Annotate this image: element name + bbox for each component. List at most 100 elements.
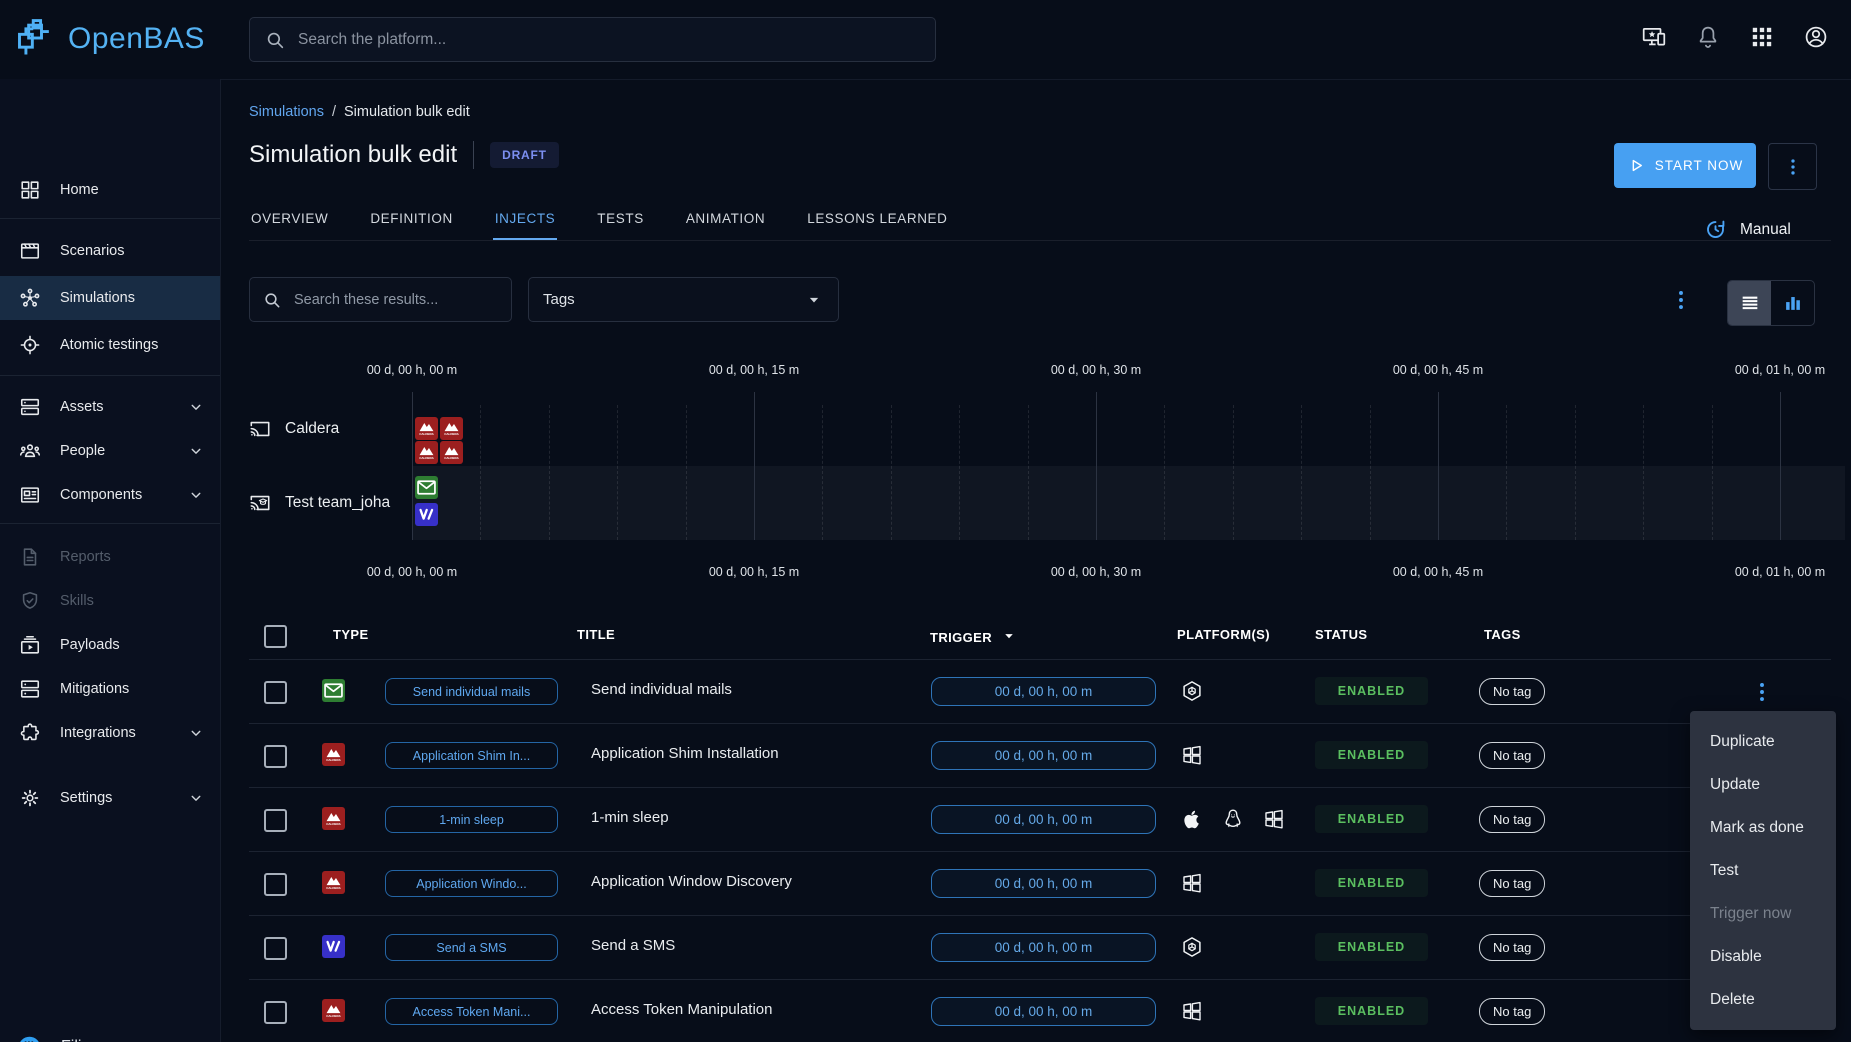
sidebar-item-home[interactable]: Home bbox=[0, 168, 220, 212]
table-row[interactable]: CALDERAApplication Windo...Application W… bbox=[249, 852, 1831, 916]
inject-type-chip: Application Windo... bbox=[385, 870, 558, 897]
sidebar-item-label: Assets bbox=[60, 399, 167, 415]
dns-icon bbox=[19, 678, 41, 700]
breadcrumb-current: Simulation bulk edit bbox=[344, 104, 470, 120]
timeline-inject-sms[interactable] bbox=[415, 503, 438, 526]
timeline-inject-email[interactable] bbox=[415, 476, 438, 499]
timeline-inject-caldera[interactable]: CALDERA bbox=[415, 417, 438, 440]
sidebar-item-simulations[interactable]: Simulations bbox=[0, 276, 220, 320]
tab-injects[interactable]: INJECTS bbox=[493, 203, 557, 240]
row-checkbox[interactable] bbox=[264, 745, 287, 768]
trigger-chip[interactable]: 00 d, 00 h, 00 m bbox=[931, 933, 1156, 962]
tab-animation[interactable]: ANIMATION bbox=[684, 203, 767, 240]
menu-item-mark-as-done[interactable]: Mark as done bbox=[1690, 806, 1836, 849]
sidebar-item-assets[interactable]: Assets bbox=[0, 385, 220, 429]
notifications-bell-icon[interactable] bbox=[1695, 24, 1721, 50]
table-row[interactable]: Send a SMSSend a SMS00 d, 00 h, 00 mENAB… bbox=[249, 916, 1831, 980]
account-circle-icon[interactable] bbox=[1803, 24, 1829, 50]
column-header-label: TAGS bbox=[1484, 627, 1521, 642]
row-checkbox[interactable] bbox=[264, 873, 287, 896]
svg-text:CALDERA: CALDERA bbox=[419, 432, 434, 436]
table-row[interactable]: CALDERAAccess Token Mani...Access Token … bbox=[249, 980, 1831, 1042]
tab-lessons-learned[interactable]: LESSONS LEARNED bbox=[805, 203, 949, 240]
column-header-status: STATUS bbox=[1315, 627, 1367, 642]
sidebar-item-label: Payloads bbox=[60, 637, 206, 653]
timeline-inject-caldera[interactable]: CALDERA bbox=[415, 441, 438, 464]
trigger-chip[interactable]: 00 d, 00 h, 00 m bbox=[931, 997, 1156, 1026]
menu-item-delete[interactable]: Delete bbox=[1690, 978, 1836, 1021]
trigger-chip[interactable]: 00 d, 00 h, 00 m bbox=[931, 677, 1156, 706]
column-header-trigger[interactable]: TRIGGER bbox=[930, 627, 1018, 648]
sidebar-item-people[interactable]: People bbox=[0, 429, 220, 473]
chevron-down-icon bbox=[186, 397, 206, 417]
page-title: Simulation bulk edit bbox=[249, 141, 457, 169]
row-checkbox[interactable] bbox=[264, 937, 287, 960]
apps-grid-icon[interactable] bbox=[1749, 24, 1775, 50]
update-refresh-icon[interactable] bbox=[1703, 217, 1728, 242]
row-checkbox[interactable] bbox=[264, 681, 287, 704]
timeline-row-label[interactable]: Test team_joha bbox=[249, 492, 409, 514]
inject-type-chip: Send a SMS bbox=[385, 934, 558, 961]
row-checkbox[interactable] bbox=[264, 1001, 287, 1024]
timeline-row-label[interactable]: Caldera bbox=[249, 418, 409, 440]
table-row[interactable]: CALDERA1-min sleep1-min sleep00 d, 00 h,… bbox=[249, 788, 1831, 852]
start-now-button[interactable]: START NOW bbox=[1614, 143, 1756, 188]
tab-overview[interactable]: OVERVIEW bbox=[249, 203, 330, 240]
list-view-button[interactable] bbox=[1728, 281, 1771, 325]
sidebar-item-components[interactable]: Components bbox=[0, 473, 220, 517]
trigger-chip[interactable]: 00 d, 00 h, 00 m bbox=[931, 869, 1156, 898]
sidebar-item-label: People bbox=[60, 443, 167, 459]
menu-item-update[interactable]: Update bbox=[1690, 763, 1836, 806]
timeline-gridline bbox=[412, 392, 413, 540]
menu-item-test[interactable]: Test bbox=[1690, 849, 1836, 892]
sidebar-item-label: Skills bbox=[60, 593, 206, 609]
table-row[interactable]: CALDERAApplication Shim In...Application… bbox=[249, 724, 1831, 788]
sidebar-item-integrations[interactable]: Integrations bbox=[0, 711, 220, 755]
tab-tests[interactable]: TESTS bbox=[595, 203, 646, 240]
inject-title: Access Token Manipulation bbox=[591, 1001, 773, 1018]
tag-chip: No tag bbox=[1479, 742, 1545, 769]
tab-definition[interactable]: DEFINITION bbox=[368, 203, 455, 240]
select-all-checkbox[interactable] bbox=[264, 625, 287, 648]
sidebar-item-filigran[interactable]: Filigran bbox=[0, 1025, 220, 1042]
chart-view-button[interactable] bbox=[1771, 281, 1814, 325]
sidebar-divider bbox=[0, 523, 220, 524]
tags-filter-select[interactable]: Tags bbox=[528, 277, 839, 322]
sidebar-item-settings[interactable]: Settings bbox=[0, 776, 220, 820]
inject-type-icon-email bbox=[322, 679, 345, 702]
openbas-logo[interactable]: OpenBAS bbox=[14, 16, 205, 62]
inject-type-chip: Send individual mails bbox=[385, 678, 558, 705]
sidebar-item-payloads[interactable]: Payloads bbox=[0, 623, 220, 667]
timeline-inject-caldera[interactable]: CALDERA bbox=[440, 417, 463, 440]
menu-item-disable[interactable]: Disable bbox=[1690, 935, 1836, 978]
row-kebab-button[interactable] bbox=[1749, 679, 1775, 705]
breadcrumb-simulations-link[interactable]: Simulations bbox=[249, 104, 324, 120]
breadcrumb-separator: / bbox=[332, 104, 336, 120]
inject-title: 1-min sleep bbox=[591, 809, 669, 826]
sidebar-item-scenarios[interactable]: Scenarios bbox=[0, 229, 220, 273]
filters-kebab-button[interactable] bbox=[1668, 287, 1694, 313]
results-search-input[interactable] bbox=[292, 291, 499, 309]
row-checkbox[interactable] bbox=[264, 809, 287, 832]
sidebar-item-reports[interactable]: Reports bbox=[0, 535, 220, 579]
header-kebab-button[interactable] bbox=[1768, 143, 1817, 190]
platform-windows-icon bbox=[1180, 743, 1204, 767]
timeline-inject-caldera[interactable]: CALDERA bbox=[440, 441, 463, 464]
sidebar-divider bbox=[0, 375, 220, 376]
inject-type-icon-caldera: CALDERA bbox=[322, 871, 345, 894]
sidebar-item-mitigations[interactable]: Mitigations bbox=[0, 667, 220, 711]
platform-search-input[interactable] bbox=[296, 30, 921, 50]
trigger-chip[interactable]: 00 d, 00 h, 00 m bbox=[931, 805, 1156, 834]
sidebar-item-atomic-testings[interactable]: Atomic testings bbox=[0, 323, 220, 367]
shield-icon bbox=[19, 590, 41, 612]
platform-devices-icon[interactable] bbox=[1641, 24, 1667, 50]
menu-item-duplicate[interactable]: Duplicate bbox=[1690, 720, 1836, 763]
table-row[interactable]: Send individual mailsSend individual mai… bbox=[249, 660, 1831, 724]
filigran-label: Filigran bbox=[61, 1038, 113, 1042]
newspaper-icon bbox=[19, 484, 41, 506]
trigger-chip[interactable]: 00 d, 00 h, 00 m bbox=[931, 741, 1156, 770]
column-header-label: PLATFORM(S) bbox=[1177, 627, 1270, 642]
sidebar-item-label: Mitigations bbox=[60, 681, 206, 697]
sidebar-item-skills[interactable]: Skills bbox=[0, 579, 220, 623]
sidebar-item-label: Components bbox=[60, 487, 167, 503]
